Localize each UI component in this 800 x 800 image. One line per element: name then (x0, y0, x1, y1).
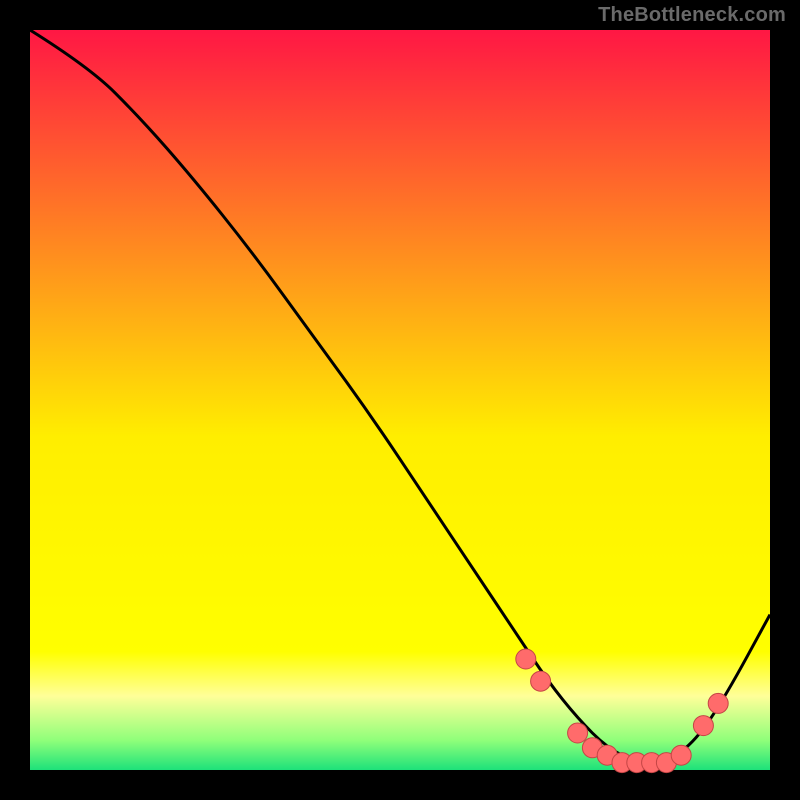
marker-dot (516, 649, 536, 669)
marker-dot (693, 716, 713, 736)
bottleneck-chart (0, 0, 800, 800)
chart-stage: TheBottleneck.com (0, 0, 800, 800)
watermark-label: TheBottleneck.com (598, 4, 786, 27)
marker-dot (568, 723, 588, 743)
marker-dot (671, 745, 691, 765)
marker-dot (531, 671, 551, 691)
gradient-background (30, 30, 770, 770)
marker-dot (708, 693, 728, 713)
